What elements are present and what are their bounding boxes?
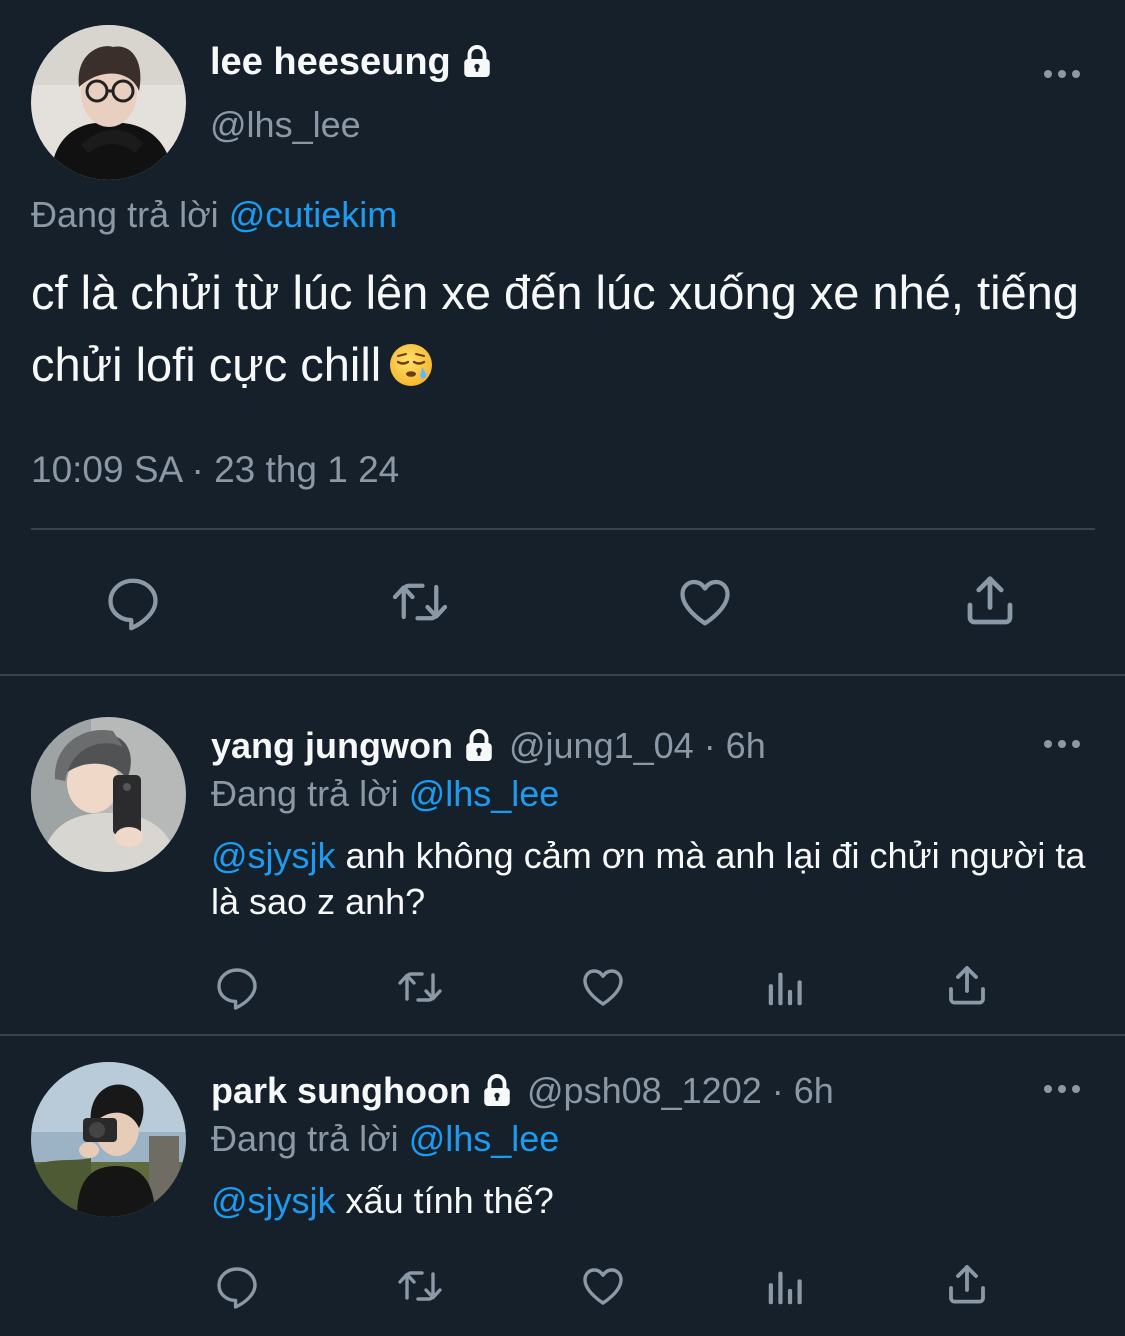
- tweet-timestamp[interactable]: 10:09 SA · 23 thg 1 24: [31, 447, 399, 493]
- tweet-body: cf là chửi từ lúc lên xe đến lúc xuống x…: [31, 266, 1079, 391]
- share-icon[interactable]: [943, 961, 991, 1009]
- tweet-thread: lee heeseung @lhs_lee Đang trả lời @cuti…: [0, 0, 1125, 1336]
- main-tweet: lee heeseung @lhs_lee Đang trả lời @cuti…: [0, 0, 1125, 674]
- like-icon[interactable]: [578, 963, 628, 1011]
- avatar-photo: [31, 1062, 186, 1217]
- reply-icon[interactable]: [103, 572, 163, 632]
- replying-to: Đang trả lời @lhs_lee: [211, 771, 559, 817]
- avatar-photo: [31, 25, 186, 180]
- like-icon[interactable]: [674, 572, 736, 632]
- reply-header: park sunghoon @psh08_1202 · 6h: [211, 1068, 834, 1114]
- replying-to-mention[interactable]: @lhs_lee: [409, 1118, 560, 1159]
- avatar-photo: [31, 717, 186, 872]
- retweet-icon[interactable]: [393, 1262, 447, 1310]
- tweet-text: cf là chửi từ lúc lên xe đến lúc xuống x…: [31, 257, 1101, 401]
- more-options-icon[interactable]: [1042, 67, 1082, 81]
- user-handle[interactable]: @lhs_lee: [210, 102, 361, 148]
- protected-lock-icon: [459, 44, 495, 80]
- replying-to: Đang trả lời @cutiekim: [31, 192, 397, 238]
- display-name[interactable]: yang jungwon: [211, 723, 453, 769]
- user-handle[interactable]: @jung1_04: [509, 723, 694, 769]
- mention-link[interactable]: @sjysjk: [211, 1180, 336, 1221]
- share-icon[interactable]: [960, 570, 1020, 630]
- display-name-row: lee heeseung: [210, 38, 495, 86]
- replying-to-mention[interactable]: @lhs_lee: [409, 773, 560, 814]
- retweet-icon[interactable]: [386, 572, 454, 632]
- replying-prefix: Đang trả lời: [211, 1118, 399, 1159]
- protected-lock-icon: [461, 728, 497, 764]
- views-icon[interactable]: [762, 1264, 810, 1310]
- replying-to-mention[interactable]: @cutiekim: [229, 194, 398, 235]
- mention-link[interactable]: @sjysjk: [211, 835, 336, 876]
- reply-tweet[interactable]: yang jungwon @jung1_04 · 6h Đang trả lời…: [0, 676, 1125, 1036]
- reply-time[interactable]: · 6h: [772, 1068, 834, 1114]
- reply-tweet[interactable]: park sunghoon @psh08_1202 · 6h Đang trả …: [0, 1036, 1125, 1336]
- like-icon[interactable]: [578, 1262, 628, 1310]
- divider: [31, 528, 1095, 530]
- share-icon[interactable]: [943, 1260, 991, 1308]
- reply-time[interactable]: · 6h: [704, 723, 766, 769]
- more-options-icon[interactable]: [1042, 1082, 1082, 1096]
- avatar[interactable]: [31, 1062, 186, 1217]
- user-handle[interactable]: @psh08_1202: [527, 1068, 762, 1114]
- protected-lock-icon: [479, 1073, 515, 1109]
- tweet-text: @sjysjk anh không cảm ơn mà anh lại đi c…: [211, 833, 1091, 925]
- display-name[interactable]: park sunghoon: [211, 1068, 471, 1114]
- avatar[interactable]: [31, 25, 186, 180]
- display-name[interactable]: lee heeseung: [210, 38, 451, 86]
- tweet-text: @sjysjk xấu tính thế?: [211, 1178, 1091, 1224]
- reply-header: yang jungwon @jung1_04 · 6h: [211, 723, 766, 769]
- views-icon[interactable]: [762, 965, 810, 1011]
- more-options-icon[interactable]: [1042, 737, 1082, 751]
- replying-prefix: Đang trả lời: [211, 773, 399, 814]
- reply-icon[interactable]: [213, 1262, 261, 1310]
- tweet-body: xấu tính thế?: [335, 1180, 554, 1221]
- retweet-icon[interactable]: [393, 963, 447, 1011]
- tweet-body: anh không cảm ơn mà anh lại đi chửi ngườ…: [211, 835, 1086, 922]
- replying-prefix: Đang trả lời: [31, 194, 219, 235]
- avatar[interactable]: [31, 717, 186, 872]
- reply-icon[interactable]: [213, 963, 261, 1011]
- sleepy-face-emoji: [390, 344, 433, 386]
- replying-to: Đang trả lời @lhs_lee: [211, 1116, 559, 1162]
